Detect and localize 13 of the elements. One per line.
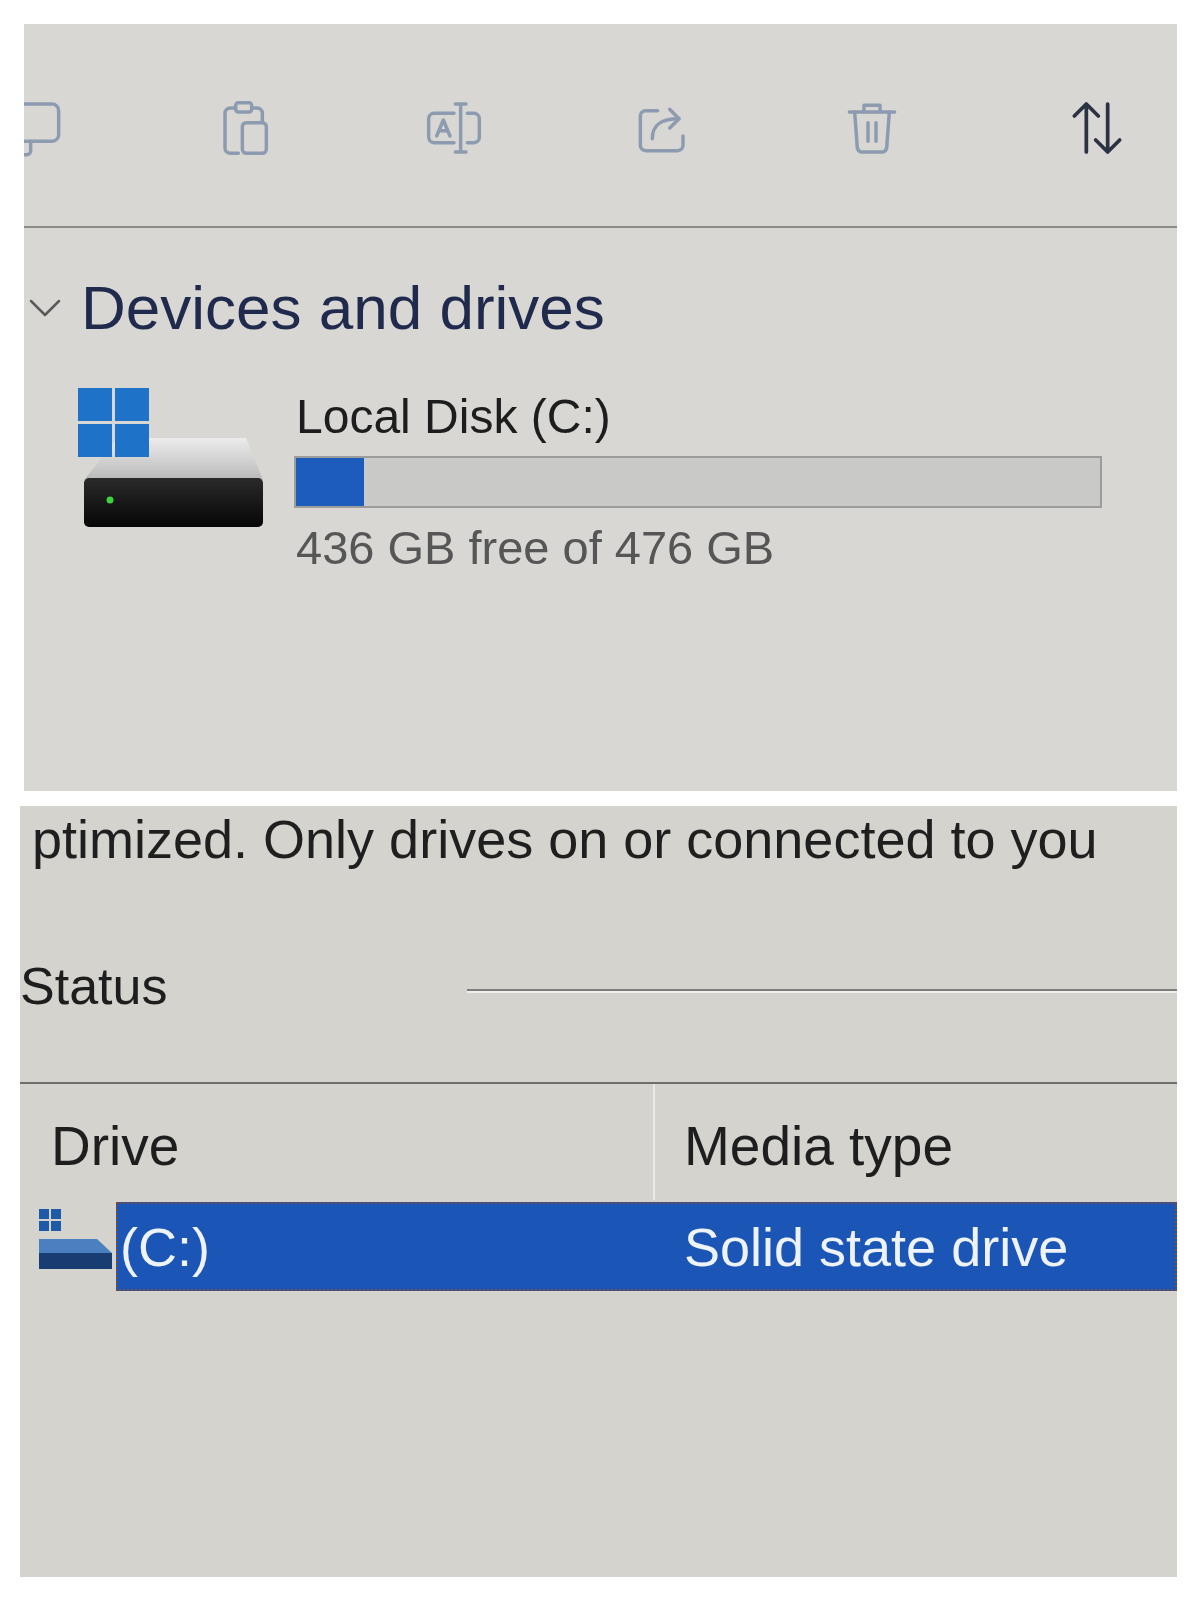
table-cell-text: (C:) bbox=[119, 1215, 211, 1279]
table-row[interactable]: (C:) Solid state drive bbox=[116, 1202, 1177, 1291]
chevron-icon[interactable] bbox=[29, 299, 61, 317]
free-space-text: 436 GB free of 476 GB bbox=[295, 521, 775, 575]
drive-icon bbox=[39, 1208, 112, 1269]
section-title: Devices and drives bbox=[81, 272, 605, 344]
column-header[interactable]: Drive bbox=[20, 1084, 653, 1200]
drive-name: Local Disk (C:) bbox=[295, 389, 611, 445]
table-cell-text: Solid state drive bbox=[684, 1215, 1069, 1279]
drive-icon[interactable] bbox=[78, 388, 263, 529]
description-text: ptimized. Only drives on or connected to you bbox=[32, 808, 1098, 870]
status-label: Status bbox=[20, 956, 168, 1016]
column-header[interactable]: Media type bbox=[655, 1084, 954, 1200]
